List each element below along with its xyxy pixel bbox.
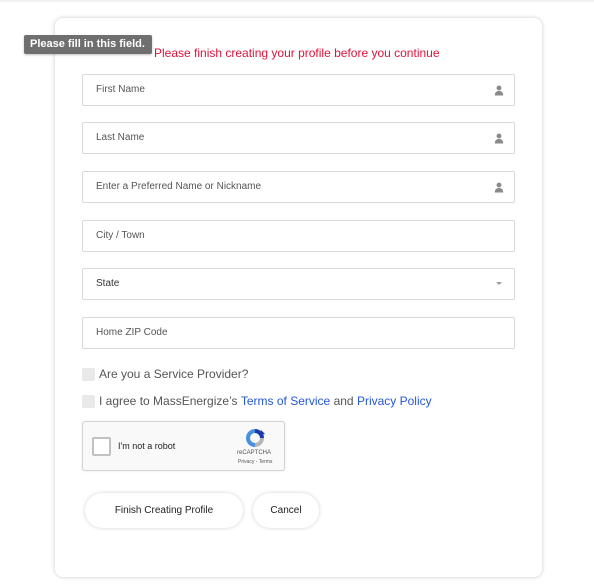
last-name-field[interactable]: Last Name xyxy=(82,122,515,154)
recaptcha-brand: reCAPTCHA xyxy=(237,450,272,456)
top-divider xyxy=(0,0,594,2)
state-selected-value: State xyxy=(96,278,120,289)
recaptcha-label: I'm not a robot xyxy=(118,441,176,451)
preferred-name-placeholder: Enter a Preferred Name or Nickname xyxy=(96,181,262,192)
recaptcha-terms-link[interactable]: Terms xyxy=(259,459,273,465)
recaptcha-separator: - xyxy=(255,459,258,465)
city-placeholder: City / Town xyxy=(96,230,145,241)
state-select[interactable]: State xyxy=(82,268,515,300)
chevron-down-icon xyxy=(496,282,502,285)
recaptcha-footer: Privacy - Terms xyxy=(238,459,272,465)
cancel-button[interactable]: Cancel xyxy=(253,493,319,528)
person-icon xyxy=(494,182,504,193)
person-icon xyxy=(494,133,504,144)
profile-notice: Please finish creating your profile befo… xyxy=(154,46,440,60)
first-name-placeholder: First Name xyxy=(96,84,145,95)
agree-and-label: and xyxy=(333,394,354,408)
agree-prefix-label: I agree to MassEnergize’s xyxy=(99,394,238,408)
preferred-name-field[interactable]: Enter a Preferred Name or Nickname xyxy=(82,171,515,203)
terms-of-service-link[interactable]: Terms of Service xyxy=(241,394,330,408)
agree-terms-checkbox[interactable] xyxy=(82,394,95,408)
validation-tooltip: Please fill in this field. xyxy=(24,35,152,54)
first-name-field[interactable]: First Name xyxy=(82,74,515,106)
zip-placeholder: Home ZIP Code xyxy=(96,327,168,338)
finish-profile-button[interactable]: Finish Creating Profile xyxy=(85,493,243,528)
service-provider-label: Are you a Service Provider? xyxy=(99,367,249,381)
service-provider-checkbox[interactable] xyxy=(82,367,95,381)
person-icon xyxy=(494,85,504,96)
recaptcha-checkbox[interactable] xyxy=(92,437,111,456)
last-name-placeholder: Last Name xyxy=(96,132,145,143)
zip-field[interactable]: Home ZIP Code xyxy=(82,317,515,349)
privacy-policy-link[interactable]: Privacy Policy xyxy=(357,394,432,408)
recaptcha-widget: I'm not a robot reCAPTCHA Privacy - Term… xyxy=(82,421,285,471)
agree-terms-row: I agree to MassEnergize’s Terms of Servi… xyxy=(82,394,432,408)
recaptcha-logo-icon xyxy=(246,429,265,447)
recaptcha-privacy-link[interactable]: Privacy xyxy=(238,459,254,465)
service-provider-row: Are you a Service Provider? xyxy=(82,367,248,381)
city-field[interactable]: City / Town xyxy=(82,220,515,252)
